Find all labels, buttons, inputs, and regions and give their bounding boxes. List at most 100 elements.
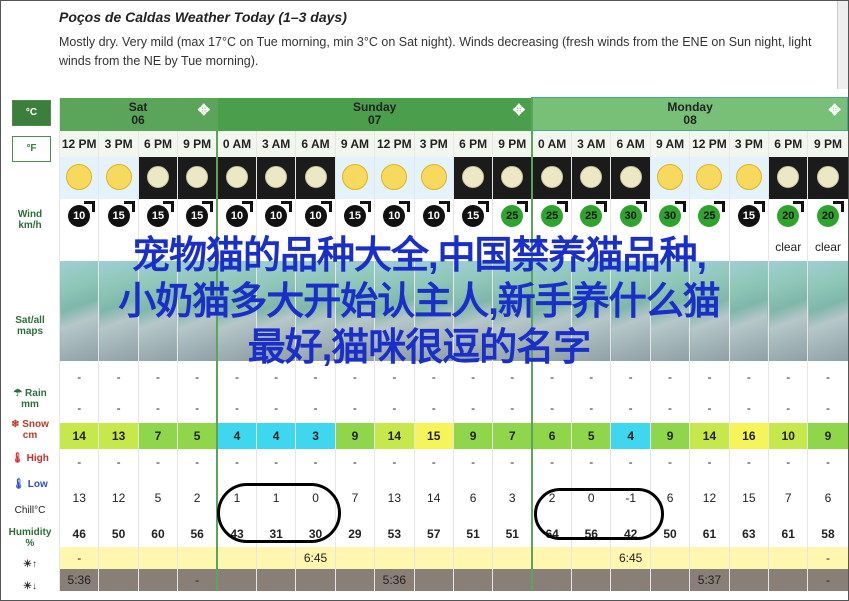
chill-cell: 2: [177, 475, 218, 521]
wind-arrow-icon: 15: [146, 205, 169, 227]
wind-arrow-icon: 25: [501, 205, 524, 227]
thermometer-low-icon: 🌡: [12, 479, 25, 490]
wind-arrow-icon: 15: [737, 205, 760, 227]
low-cell: -: [255, 449, 296, 475]
weather-cell: [649, 157, 690, 199]
chill-cell: 13: [58, 475, 99, 521]
humidity-row: 46 50 60 56 43 31 30 29 53 57 51 51 64 56 42 50 61 63 61 58: [58, 521, 848, 547]
overlay-line-2: 小奶猫多大开始认主人,新手养什么猫: [118, 281, 721, 323]
day-name: Monday: [667, 100, 713, 114]
low-cell: -: [374, 449, 415, 475]
wind-label: Wind km/h: [17, 209, 43, 231]
day-header[interactable]: Sat 06 ✥: [59, 97, 218, 131]
overlay-line-3: 最好,猫咪很逗的名字: [247, 327, 592, 369]
day-header[interactable]: Monday 08 ✥: [531, 97, 848, 131]
chill-cell: 15: [728, 475, 769, 521]
high-cell: 4: [216, 423, 257, 449]
day-date: 06: [131, 113, 145, 127]
wind-arrow-icon: 10: [422, 205, 445, 227]
high-cell: 9: [334, 423, 375, 449]
pin-icon[interactable]: ✥: [197, 103, 210, 118]
snow-row: --------------------: [58, 392, 848, 423]
celsius-button[interactable]: °C: [12, 100, 51, 126]
sunset-cell: 5:36: [58, 569, 99, 591]
wind-cell: 15: [452, 199, 493, 233]
wind-cell: 10: [295, 199, 336, 233]
sunset-cell: [413, 569, 454, 591]
sunset-cell: [492, 569, 533, 591]
overlay-line-1: 宠物猫的品种大全,中国禁养猫品种,: [131, 235, 707, 277]
sun-icon: [420, 163, 447, 190]
day-header[interactable]: Sunday 07 ✥: [216, 97, 533, 131]
sunset-icon: ☀↓: [23, 581, 37, 592]
forecast-widget: Poços de Caldas Weather Today (1–3 days)…: [0, 0, 849, 601]
sun-icon: [381, 163, 408, 190]
wind-cell: 20: [768, 199, 808, 233]
high-cell: 4: [255, 423, 296, 449]
time-cell: 12 PM: [689, 130, 730, 157]
fahrenheit-button[interactable]: °F: [12, 136, 51, 162]
sunset-cell: [216, 569, 257, 591]
snow-cell: -: [98, 392, 139, 423]
sunrise-cell: [689, 547, 730, 569]
sunset-cell: [295, 569, 336, 591]
snow-cell: -: [374, 392, 415, 423]
humidity-cell: 50: [98, 521, 139, 547]
weather-cell: [137, 157, 178, 199]
snow-cell: -: [216, 392, 257, 423]
wind-cell: 25: [689, 199, 730, 233]
overlay-text: 宠物猫的品种大全,中国禁养猫品种, 小奶猫多大开始认主人,新手养什么猫 最好,猫…: [19, 233, 819, 371]
snow-cell: -: [492, 392, 533, 423]
wind-arrow-icon: 10: [68, 205, 91, 227]
sunset-cell: [649, 569, 690, 591]
snow-cell: -: [807, 392, 848, 423]
weather-cell: [689, 157, 730, 199]
chill-cell: 7: [334, 475, 375, 521]
time-cell: 9 PM: [492, 130, 533, 157]
sunset-cell: 5:37: [689, 569, 730, 591]
scrollbar[interactable]: [837, 1, 848, 89]
forecast-header: Poços de Caldas Weather Today (1–3 days)…: [59, 9, 839, 71]
low-cell: -: [137, 449, 178, 475]
weather-cell: [571, 157, 611, 199]
time-cell: 12 PM: [374, 130, 415, 157]
moon-icon: [580, 165, 603, 188]
high-cell: 16: [728, 423, 769, 449]
sunset-cell: [571, 569, 611, 591]
rain-icon: ☂: [13, 388, 23, 399]
wind-cell: 15: [177, 199, 218, 233]
sunset-cell: [98, 569, 139, 591]
sunrise-cell: [98, 547, 139, 569]
low-cell: -: [610, 449, 651, 475]
low-cell: -: [177, 449, 218, 475]
snow-cell: -: [452, 392, 493, 423]
pin-icon[interactable]: ✥: [513, 103, 526, 118]
annotation-circle-monday: [534, 488, 664, 540]
wind-cell: 15: [334, 199, 375, 233]
wind-arrow-icon: 10: [265, 205, 288, 227]
weather-cell: [531, 157, 572, 199]
humidity-cell: 61: [689, 521, 730, 547]
humidity-cell: 51: [452, 521, 493, 547]
weather-icon-row: [58, 157, 848, 199]
weather-cell: [177, 157, 218, 199]
low-cell: -: [649, 449, 690, 475]
sunrise-cell: [571, 547, 611, 569]
high-cell: 7: [492, 423, 533, 449]
sun-icon: [735, 163, 762, 190]
high-cell: 5: [571, 423, 611, 449]
sunset-cell: 5:36: [374, 569, 415, 591]
wind-arrow-icon: 15: [343, 205, 366, 227]
sunset-cell: [768, 569, 808, 591]
wind-cell: 20: [807, 199, 848, 233]
thermometer-high-icon: 🌡: [11, 453, 24, 464]
pin-icon[interactable]: ✥: [828, 103, 841, 118]
humidity-cell: 46: [58, 521, 99, 547]
sunrise-cell: 6:45: [295, 547, 336, 569]
snow-cell: -: [413, 392, 454, 423]
weather-cell: [216, 157, 257, 199]
annotation-circle-sunday: [217, 483, 341, 543]
sunset-cell: [334, 569, 375, 591]
time-cell: 6 AM: [295, 130, 336, 157]
wind-arrow-icon: 10: [226, 205, 248, 227]
